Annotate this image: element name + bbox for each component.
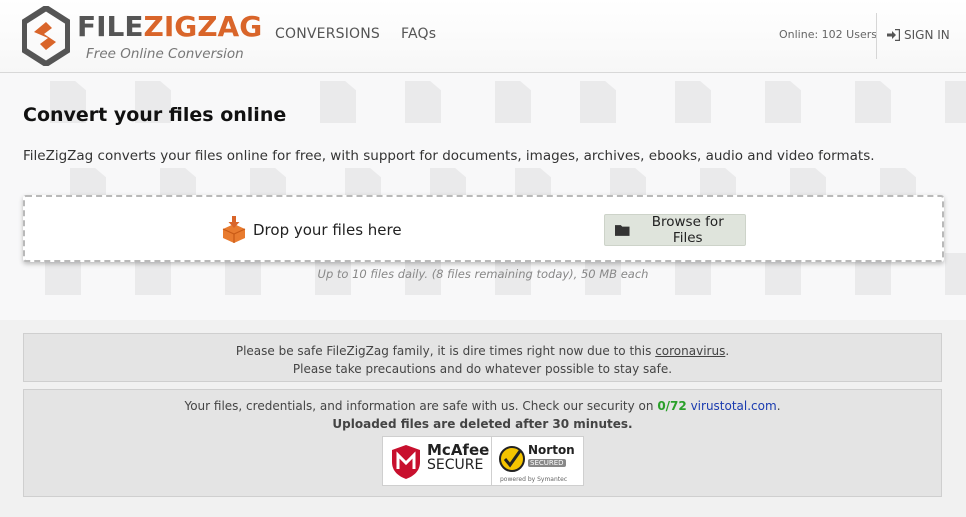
virustotal-link[interactable]: virustotal.com: [691, 399, 777, 413]
watermark-file-icon: [580, 81, 616, 123]
file-drop-zone[interactable]: Drop your files here Browse for Files: [23, 195, 944, 262]
watermark-file-icon: [765, 81, 801, 123]
nav-faqs[interactable]: FAQs: [401, 26, 436, 42]
watermark-file-icon: [495, 81, 531, 123]
main-nav: CONVERSIONS FAQs: [275, 26, 436, 42]
watermark-file-icon: [675, 81, 711, 123]
logo-tagline: Free Online Conversion: [86, 46, 244, 62]
sign-in-label: SIGN IN: [904, 28, 950, 42]
norton-secured-badge[interactable]: Norton SECURED powered by Symantec: [492, 436, 584, 486]
coronavirus-link[interactable]: coronavirus: [655, 344, 725, 358]
download-box-icon: [222, 216, 246, 243]
site-header: FILEZIGZAG Free Online Conversion CONVER…: [0, 0, 966, 73]
zigzag-logo-icon: [22, 6, 70, 66]
safety-notice: Please be safe FileZigZag family, it is …: [23, 333, 942, 382]
browse-files-label: Browse for Files: [651, 214, 724, 246]
sign-in-icon: [887, 29, 900, 41]
intro-text: FileZigZag converts your files online fo…: [23, 148, 875, 164]
mcafee-shield-icon: [392, 445, 420, 479]
safety-notice-line1: Please be safe FileZigZag family, it is …: [235, 344, 730, 358]
mcafee-text: McAfee SECURE: [427, 441, 490, 473]
sign-in-link[interactable]: SIGN IN: [887, 28, 950, 42]
mcafee-secure-badge[interactable]: McAfee SECURE: [382, 436, 492, 486]
page-title: Convert your files online: [23, 104, 287, 126]
browse-files-button[interactable]: Browse for Files: [604, 214, 746, 246]
norton-check-icon: [499, 446, 525, 472]
norton-text: Norton SECURED powered by Symantec: [500, 443, 575, 483]
safety-notice-line2: Please take precautions and do whatever …: [292, 362, 673, 376]
hero-section: Convert your files online FileZigZag con…: [0, 73, 966, 320]
security-notice: Your files, credentials, and information…: [23, 389, 942, 497]
watermark-file-icon: [320, 81, 356, 123]
virustotal-score-link[interactable]: 0/72: [657, 399, 686, 413]
upload-limits-text: Up to 10 files daily. (8 files remaining…: [317, 267, 649, 281]
site-logo[interactable]: FILEZIGZAG Free Online Conversion: [22, 6, 262, 66]
watermark-file-icon: [945, 81, 966, 123]
online-users-count: Online: 102 Users: [779, 28, 877, 41]
header-divider: [876, 13, 877, 59]
security-notice-line1: Your files, credentials, and information…: [184, 399, 781, 413]
drop-files-label: Drop your files here: [253, 221, 402, 239]
deletion-policy-text: Uploaded files are deleted after 30 minu…: [332, 417, 633, 431]
nav-conversions[interactable]: CONVERSIONS: [275, 26, 380, 42]
watermark-file-icon: [405, 81, 441, 123]
logo-wordmark: FILEZIGZAG: [77, 10, 263, 43]
watermark-file-icon: [855, 81, 891, 123]
folder-icon: [615, 224, 630, 236]
security-badges: McAfee SECURE Norton SECURED powered by …: [382, 436, 586, 486]
